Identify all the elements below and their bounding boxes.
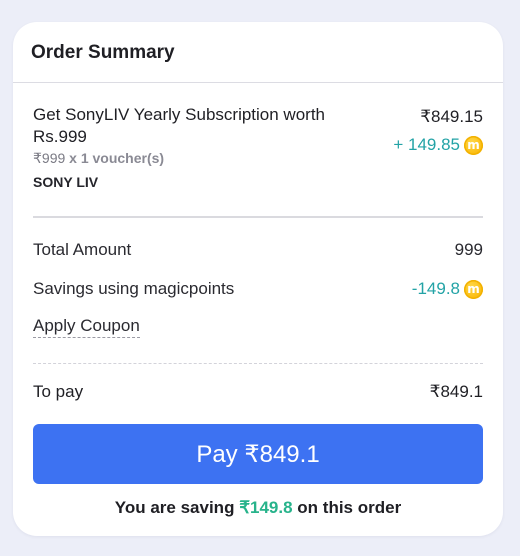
saving-note-suffix: on this order	[297, 498, 402, 517]
section-divider	[33, 216, 483, 218]
product-quantity: ₹999 x 1 voucher(s)	[33, 150, 164, 167]
savings-value-group: -149.8	[412, 279, 483, 299]
order-summary-card: Order Summary Get SonyLIV Yearly Subscri…	[13, 22, 503, 536]
total-amount-label: Total Amount	[33, 240, 132, 259]
apply-coupon-link[interactable]: Apply Coupon	[33, 316, 140, 338]
saving-note-amount: ₹149.8	[239, 498, 293, 517]
saving-note-prefix: You are saving	[114, 498, 235, 517]
saving-note: You are saving ₹149.8 on this order	[13, 498, 503, 518]
product-price: ₹849.15	[420, 107, 483, 126]
product-points-value: + 149.85	[393, 135, 460, 154]
magicpoints-coin-icon	[464, 279, 483, 299]
to-pay-value: ₹849.1	[429, 382, 483, 401]
product-quantity-text: x 1 voucher(s)	[69, 150, 165, 166]
magicpoints-coin-icon	[464, 135, 483, 155]
order-summary-title: Order Summary	[31, 42, 175, 63]
savings-label: Savings using magicpoints	[33, 279, 235, 298]
product-unit-price: ₹999	[33, 150, 66, 166]
total-amount-row: Total Amount 999	[33, 240, 483, 260]
to-pay-label: To pay	[33, 382, 84, 401]
product-name: Get SonyLIV Yearly Subscription worth Rs…	[33, 105, 325, 146]
to-pay-row: To pay ₹849.1	[33, 382, 483, 402]
pay-button[interactable]: Pay ₹849.1	[33, 424, 483, 484]
product-brand: SONY LIV	[33, 174, 99, 190]
dashed-divider	[33, 363, 483, 364]
order-summary-header: Order Summary	[13, 22, 503, 83]
savings-value: -149.8	[411, 279, 460, 298]
product-points: + 149.85	[393, 135, 483, 155]
savings-row: Savings using magicpoints -149.8	[33, 279, 483, 299]
total-amount-value: 999	[454, 240, 483, 259]
